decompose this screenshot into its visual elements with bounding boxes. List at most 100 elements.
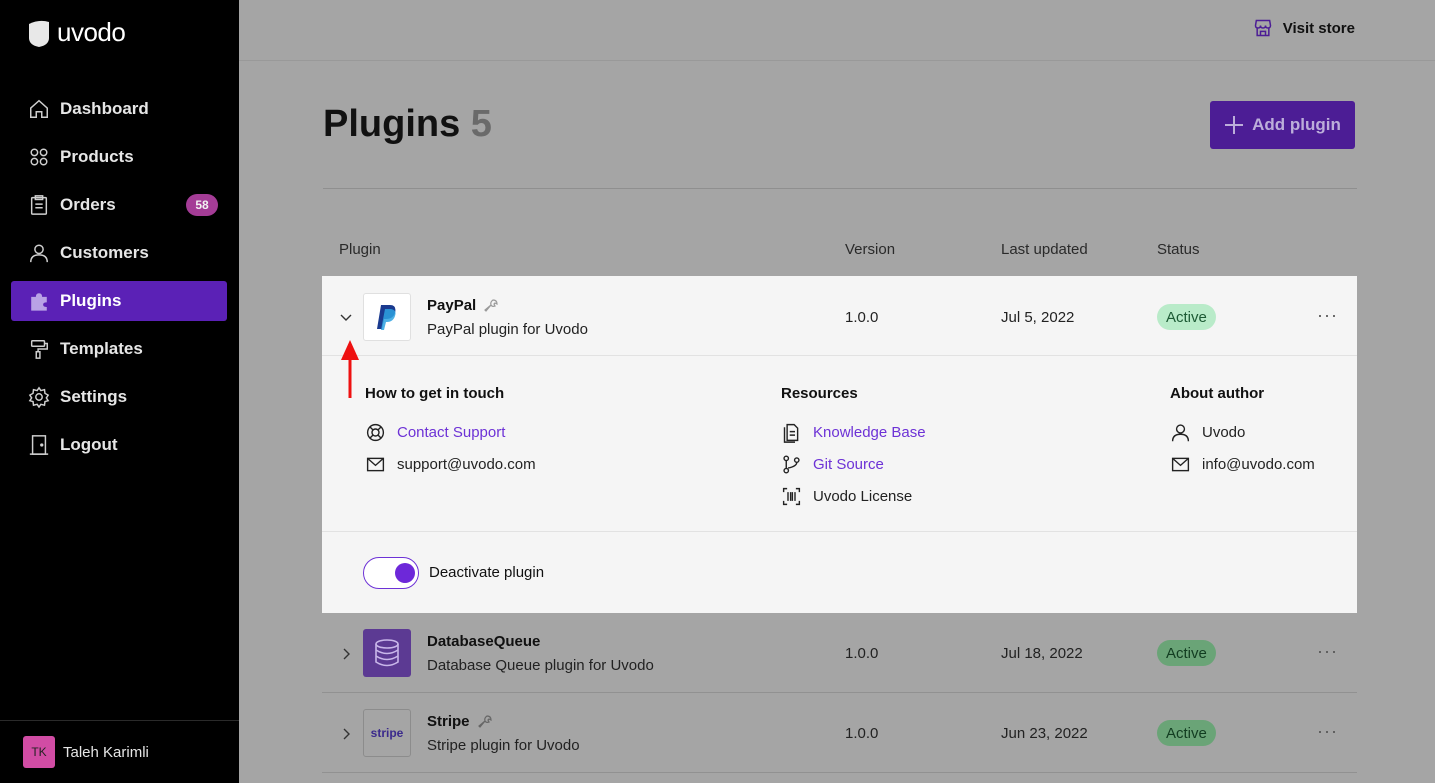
puzzle-icon xyxy=(31,293,47,311)
user-name: Taleh Karimli xyxy=(63,743,149,761)
user-icon xyxy=(1171,424,1190,442)
wrench-icon xyxy=(484,298,498,312)
user-icon xyxy=(30,244,48,263)
contact-support-label: Contact Support xyxy=(397,424,506,441)
page-title: Plugins 5 xyxy=(323,103,492,146)
door-icon xyxy=(29,435,49,455)
sidebar-item-settings[interactable]: Settings xyxy=(11,377,227,417)
knowledge-base-link[interactable]: Knowledge Base xyxy=(781,422,926,443)
plugin-description: Database Queue plugin for Uvodo xyxy=(427,657,654,674)
paypal-logo xyxy=(363,293,411,341)
support-email: support@uvodo.com xyxy=(365,454,536,475)
plugin-last-updated: Jun 23, 2022 xyxy=(1001,725,1088,742)
sidebar-item-products[interactable]: Products xyxy=(11,137,227,177)
chevron-right-icon[interactable] xyxy=(338,646,354,662)
plugin-row-paypal-expanded: PayPal PayPal plugin for Uvodo 1.0.0 Jul… xyxy=(322,276,1357,613)
more-actions-button[interactable]: ··· xyxy=(1317,305,1338,326)
grid-icon xyxy=(30,148,48,166)
gear-icon xyxy=(28,386,50,408)
git-source-link[interactable]: Git Source xyxy=(781,454,884,475)
plugin-name: Stripe xyxy=(427,713,492,730)
sidebar-item-customers[interactable]: Customers xyxy=(11,233,227,273)
mail-icon xyxy=(366,457,385,472)
resources-section-title: Resources xyxy=(781,385,858,402)
deactivate-toggle[interactable] xyxy=(363,557,419,589)
sidebar-item-label: Templates xyxy=(60,339,143,358)
user-profile[interactable]: TK Taleh Karimli xyxy=(0,720,239,783)
support-email-text: support@uvodo.com xyxy=(397,456,536,473)
chevron-right-icon[interactable] xyxy=(338,726,354,742)
plugin-actions: Deactivate plugin xyxy=(322,533,1357,613)
more-actions-button[interactable]: ··· xyxy=(1317,721,1338,742)
home-icon xyxy=(30,99,48,118)
paypal-icon xyxy=(377,305,396,330)
visit-store-link[interactable]: Visit store xyxy=(1253,18,1355,38)
status-badge: Active xyxy=(1157,304,1216,330)
uvodo-logo[interactable]: uvodo xyxy=(27,17,126,48)
store-icon xyxy=(1254,19,1271,37)
sidebar-item-plugins[interactable]: Plugins xyxy=(11,281,227,321)
sidebar-item-label: Settings xyxy=(60,387,128,406)
contact-section-title: How to get in touch xyxy=(365,385,505,402)
wrench-icon xyxy=(477,714,492,728)
plugin-description: PayPal plugin for Uvodo xyxy=(427,321,588,338)
mail-icon xyxy=(1171,457,1190,472)
top-header: Visit store xyxy=(239,0,1435,61)
documents-icon xyxy=(783,423,799,443)
brand-name: uvodo xyxy=(57,17,126,47)
plugin-last-updated: Jul 18, 2022 xyxy=(1001,645,1083,662)
clipboard-icon xyxy=(30,195,48,215)
plus-icon xyxy=(1225,116,1244,134)
more-actions-button[interactable]: ··· xyxy=(1317,641,1338,662)
table-row[interactable]: PayPal PayPal plugin for Uvodo 1.0.0 Jul… xyxy=(322,276,1357,356)
status-badge: Active xyxy=(1157,720,1216,746)
plugin-name-text: PayPal xyxy=(427,297,477,314)
lifebuoy-icon xyxy=(366,423,385,442)
divider xyxy=(323,188,1357,189)
plugin-count: 5 xyxy=(470,103,492,145)
git-source-label: Git Source xyxy=(813,456,884,473)
sidebar-item-label: Plugins xyxy=(60,291,122,310)
contact-support-link[interactable]: Contact Support xyxy=(365,422,505,443)
license-label: Uvodo License xyxy=(813,488,913,505)
page-title-text: Plugins xyxy=(323,103,461,145)
git-branch-icon xyxy=(783,455,800,474)
column-header-last-updated: Last updated xyxy=(1001,241,1088,258)
stripe-logo: stripe xyxy=(363,709,411,757)
visit-store-label: Visit store xyxy=(1282,19,1355,37)
sidebar-item-dashboard[interactable]: Dashboard xyxy=(11,89,227,129)
annotation-arrow-icon xyxy=(341,340,359,398)
paint-roller-icon xyxy=(30,340,48,359)
database-icon xyxy=(375,639,399,667)
avatar: TK xyxy=(23,736,55,768)
status-badge: Active xyxy=(1157,640,1216,666)
table-row[interactable]: stripe Stripe Stripe plugin for Uvodo 1.… xyxy=(322,693,1357,773)
plugin-description: Stripe plugin for Uvodo xyxy=(427,737,580,754)
column-header-status: Status xyxy=(1157,241,1200,258)
add-plugin-button[interactable]: Add plugin xyxy=(1210,101,1355,149)
column-header-plugin: Plugin xyxy=(339,241,381,258)
barcode-icon xyxy=(782,487,801,506)
column-header-version: Version xyxy=(845,241,896,258)
license-item: Uvodo License xyxy=(781,486,912,507)
database-queue-logo xyxy=(363,629,411,677)
sidebar-item-label: Customers xyxy=(60,243,149,262)
orders-count-badge: 58 xyxy=(186,194,218,216)
deactivate-label: Deactivate plugin xyxy=(429,564,545,581)
sidebar-item-templates[interactable]: Templates xyxy=(11,329,227,369)
sidebar-item-orders[interactable]: Orders 58 xyxy=(11,185,227,225)
sidebar-item-label: Logout xyxy=(60,435,118,454)
author-email-text: info@uvodo.com xyxy=(1202,456,1315,473)
chevron-down-icon[interactable] xyxy=(338,309,354,325)
stripe-logo-text: stripe xyxy=(370,726,404,740)
sidebar-item-logout[interactable]: Logout xyxy=(11,425,227,465)
add-plugin-label: Add plugin xyxy=(1252,115,1341,134)
plugin-last-updated: Jul 5, 2022 xyxy=(1001,309,1075,326)
shield-logo-icon xyxy=(29,20,49,47)
sidebar-item-label: Dashboard xyxy=(60,99,149,118)
table-row[interactable]: DatabaseQueue Database Queue plugin for … xyxy=(322,613,1357,693)
author-section-title: About author xyxy=(1170,385,1265,402)
knowledge-base-label: Knowledge Base xyxy=(813,424,926,441)
author-name-text: Uvodo xyxy=(1202,424,1246,441)
plugin-details: How to get in touch Contact Support supp… xyxy=(322,357,1357,532)
